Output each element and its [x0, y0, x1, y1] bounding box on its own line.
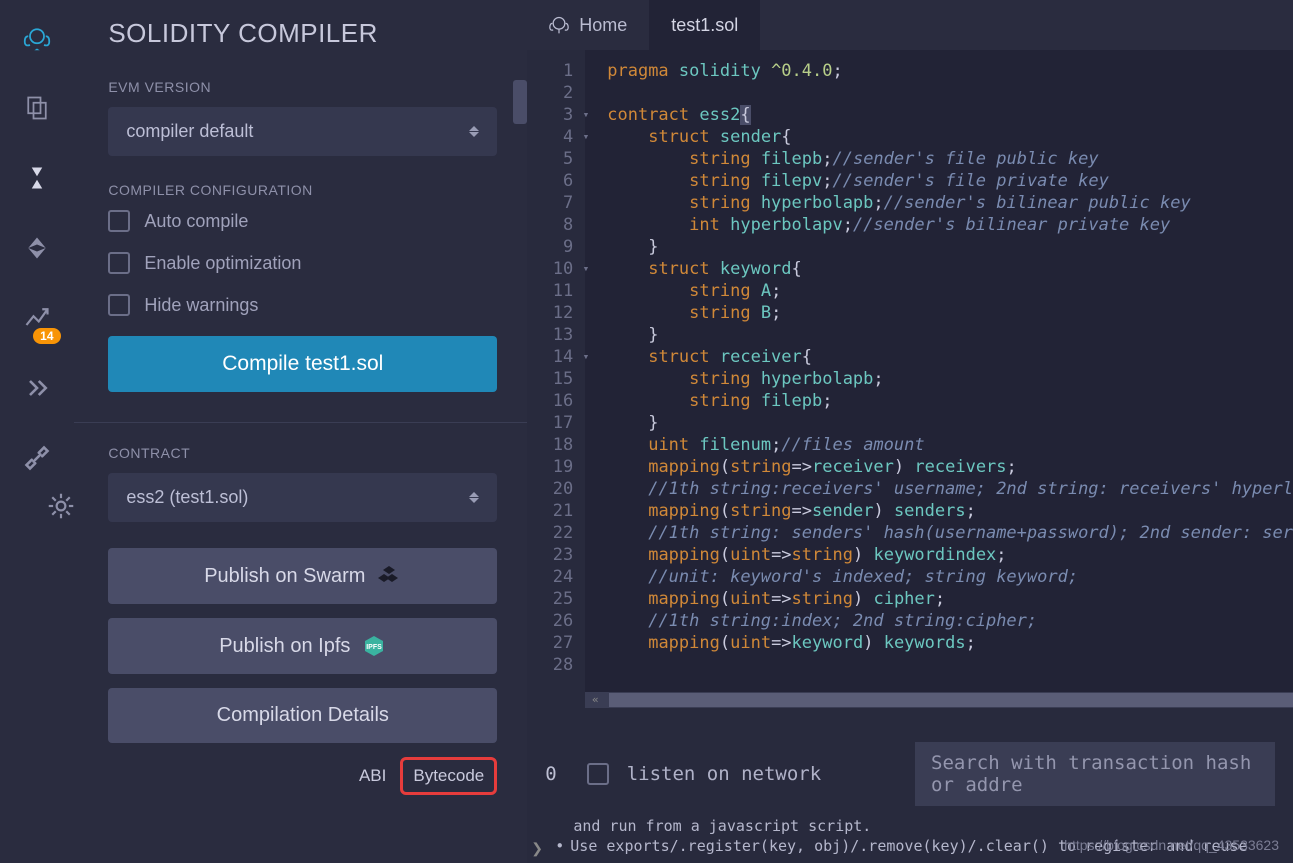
evm-version-value: compiler default — [126, 121, 253, 142]
enable-optimization-checkbox[interactable]: Enable optimization — [108, 252, 497, 274]
evm-version-label: EVM VERSION — [108, 79, 497, 95]
contract-value: ess2 (test1.sol) — [126, 487, 248, 508]
horizontal-scrollbar[interactable]: « — [585, 692, 1293, 708]
checkbox-icon — [108, 294, 130, 316]
code-editor[interactable]: 1234567891011121314151617181920212223242… — [527, 50, 1293, 708]
deploy-icon[interactable] — [21, 232, 53, 264]
sidebar-title: SOLIDITY COMPILER — [108, 18, 497, 49]
divider — [74, 422, 527, 423]
checkbox-icon — [108, 252, 130, 274]
analysis-icon[interactable]: 14 — [21, 302, 53, 334]
publish-swarm-label: Publish on Swarm — [204, 565, 365, 588]
compiler-config-label: COMPILER CONFIGURATION — [108, 182, 497, 198]
checkbox-icon — [108, 210, 130, 232]
icon-rail: 14 — [0, 0, 74, 863]
svg-text:IPFS: IPFS — [367, 644, 383, 651]
listen-label: listen on network — [627, 763, 821, 785]
bytecode-button[interactable]: Bytecode — [400, 757, 497, 795]
plugin-icon[interactable] — [21, 442, 53, 474]
watermark: https://blog.csdn.net/qq_43533623 — [1064, 837, 1279, 853]
code-area[interactable]: pragma solidity ^0.4.0;contract ess2{ st… — [585, 50, 1293, 708]
compilation-details-button[interactable]: Compilation Details — [108, 688, 497, 743]
scrollbar-thumb[interactable] — [609, 693, 1293, 707]
enable-optimization-label: Enable optimization — [144, 253, 301, 274]
main: Home test1.sol 1234567891011121314151617… — [527, 0, 1293, 863]
tab-file-label: test1.sol — [671, 15, 738, 36]
tabs: Home test1.sol — [527, 0, 1293, 50]
hide-warnings-checkbox[interactable]: Hide warnings — [108, 294, 497, 316]
swarm-icon — [377, 564, 401, 588]
home-icon — [549, 15, 569, 35]
tab-home-label: Home — [579, 15, 627, 36]
tab-file[interactable]: test1.sol — [649, 0, 760, 50]
contract-label: CONTRACT — [108, 445, 497, 461]
evm-version-select[interactable]: compiler default — [108, 107, 497, 156]
settings-icon[interactable] — [45, 490, 77, 522]
tab-home[interactable]: Home — [527, 0, 649, 50]
publish-ipfs-label: Publish on Ipfs — [219, 635, 350, 658]
logo-icon[interactable] — [21, 22, 53, 54]
debugger-icon[interactable] — [21, 372, 53, 404]
ipfs-icon: IPFS — [362, 634, 386, 658]
sidebar: SOLIDITY COMPILER EVM VERSION compiler d… — [74, 0, 527, 863]
auto-compile-label: Auto compile — [144, 211, 248, 232]
abi-button[interactable]: ABI — [359, 766, 386, 786]
contract-select[interactable]: ess2 (test1.sol) — [108, 473, 497, 522]
solidity-icon[interactable] — [21, 162, 53, 194]
publish-swarm-button[interactable]: Publish on Swarm — [108, 548, 497, 604]
compile-button[interactable]: Compile test1.sol — [108, 336, 497, 392]
tx-search-input[interactable]: Search with transaction hash or addre — [915, 742, 1275, 806]
line-gutter: 1234567891011121314151617181920212223242… — [527, 50, 585, 708]
files-icon[interactable] — [21, 92, 53, 124]
listen-checkbox[interactable] — [587, 763, 609, 785]
hide-warnings-label: Hide warnings — [144, 295, 258, 316]
scrollbar-thumb[interactable] — [513, 80, 527, 124]
tx-count: 0 — [545, 763, 556, 785]
auto-compile-checkbox[interactable]: Auto compile — [108, 210, 497, 232]
chevron-right-icon[interactable]: ❯ — [531, 840, 543, 857]
footer-row: ABI Bytecode — [108, 757, 497, 795]
publish-ipfs-button[interactable]: Publish on Ipfs IPFS — [108, 618, 497, 674]
select-caret-icon — [469, 126, 479, 137]
select-caret-icon — [469, 492, 479, 503]
scroll-left-icon[interactable]: « — [585, 692, 605, 708]
badge-count: 14 — [33, 328, 60, 344]
